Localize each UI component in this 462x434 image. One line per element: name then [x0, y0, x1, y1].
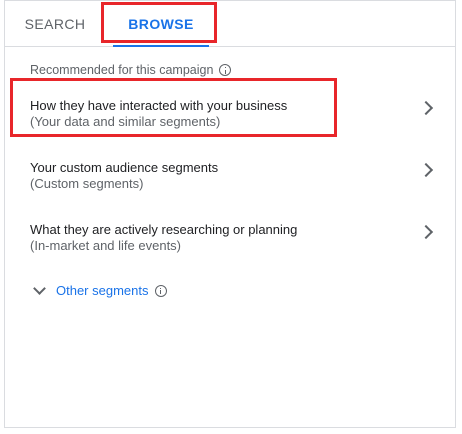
info-icon[interactable]: [154, 284, 167, 297]
segment-item-interacted[interactable]: How they have interacted with your busin…: [5, 98, 455, 150]
segment-item-custom[interactable]: Your custom audience segments (Custom se…: [5, 160, 455, 212]
segment-title: What they are actively researching or pl…: [30, 222, 298, 237]
segment-subtitle: (Custom segments): [30, 176, 144, 191]
segment-title: Your custom audience segments: [30, 160, 219, 175]
chevron-right-icon: [418, 162, 434, 178]
segment-item-in-market[interactable]: What they are actively researching or pl…: [5, 222, 455, 274]
tab-search[interactable]: SEARCH: [23, 1, 87, 46]
info-icon[interactable]: [219, 64, 232, 76]
segment-title: How they have interacted with your busin…: [30, 98, 288, 113]
segment-subtitle: (Your data and similar segments): [30, 114, 221, 129]
chevron-down-icon: [33, 281, 46, 295]
audience-browse-panel: SEARCH BROWSE Recommended for this campa…: [4, 0, 456, 428]
segment-subtitle: (In-market and life events): [30, 238, 182, 253]
tab-browse[interactable]: BROWSE: [105, 1, 217, 47]
recommended-heading: Recommended for this campaign: [30, 63, 232, 77]
recommended-label: Recommended for this campaign: [30, 63, 214, 77]
chevron-right-icon: [418, 224, 434, 240]
other-segments-toggle[interactable]: Other segments: [33, 281, 167, 298]
chevron-right-icon: [418, 100, 434, 116]
other-segments-label: Other segments: [56, 283, 149, 298]
tab-bar: SEARCH BROWSE: [5, 1, 455, 47]
